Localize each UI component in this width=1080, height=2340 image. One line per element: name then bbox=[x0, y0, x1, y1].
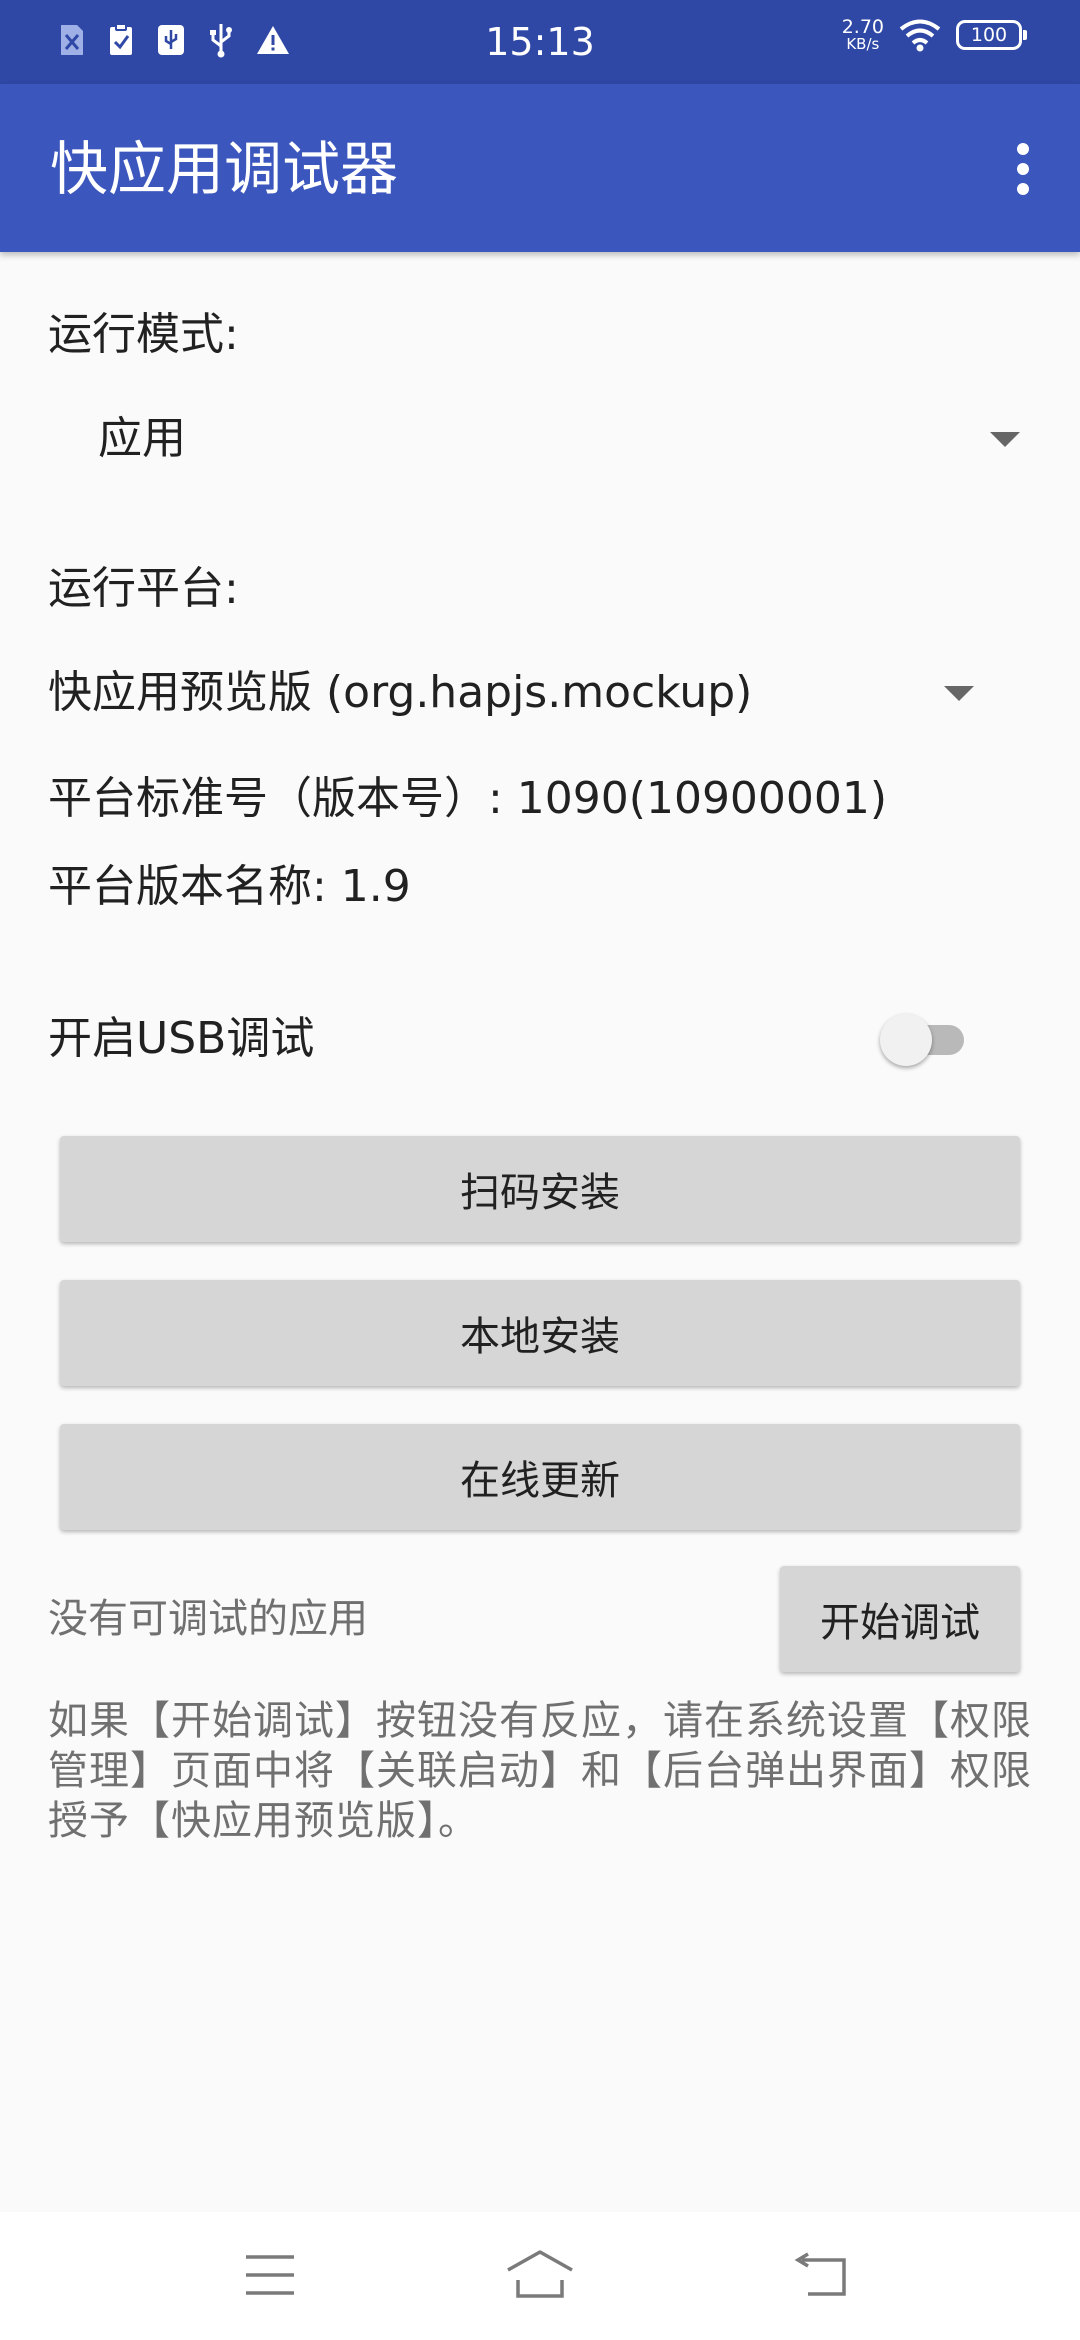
menu-dot bbox=[1017, 163, 1029, 175]
app-bar: 快应用调试器 bbox=[0, 84, 1080, 252]
run-platform-spinner[interactable]: 快应用预览版 (org.hapjs.mockup) bbox=[48, 648, 988, 738]
debug-status-text: 没有可调试的应用 bbox=[48, 1596, 368, 1642]
menu-dot bbox=[1017, 143, 1029, 155]
battery-level: 100 bbox=[970, 24, 1008, 46]
dropdown-arrow-icon bbox=[944, 686, 974, 701]
usb-debug-switch[interactable] bbox=[880, 1014, 976, 1066]
platform-version-name: 平台版本名称: 1.9 bbox=[48, 861, 411, 912]
status-bar: 15:13 2.70 KB/s 100 bbox=[0, 0, 1080, 84]
battery-icon: 100 bbox=[956, 20, 1027, 50]
usb-debug-label: 开启USB调试 bbox=[48, 1013, 315, 1064]
run-mode-selected: 应用 bbox=[98, 413, 186, 464]
home-icon[interactable] bbox=[504, 2248, 576, 2300]
switch-thumb bbox=[880, 1014, 932, 1066]
platform-standard-version: 平台标准号（版本号）: 1090(10900001) bbox=[48, 773, 888, 824]
wifi-icon bbox=[899, 19, 941, 52]
run-mode-spinner[interactable]: 应用 bbox=[48, 394, 1038, 484]
menu-icon[interactable] bbox=[244, 2252, 296, 2298]
local-install-button[interactable]: 本地安装 bbox=[60, 1280, 1020, 1386]
network-speed: 2.70 KB/s bbox=[841, 16, 884, 53]
dropdown-arrow-icon bbox=[990, 432, 1020, 447]
menu-dot bbox=[1017, 183, 1029, 195]
run-platform-label: 运行平台: bbox=[48, 563, 239, 614]
permission-hint: 如果【开始调试】按钮没有反应，请在系统设置【权限管理】页面中将【关联启动】和【后… bbox=[48, 1698, 1032, 1844]
status-icons-right: 2.70 KB/s 100 bbox=[841, 16, 1027, 53]
network-speed-unit: KB/s bbox=[846, 35, 880, 53]
app-title: 快应用调试器 bbox=[50, 135, 399, 203]
more-vert-icon[interactable] bbox=[988, 134, 1058, 204]
online-update-button[interactable]: 在线更新 bbox=[60, 1424, 1020, 1530]
network-speed-value: 2.70 bbox=[841, 16, 884, 38]
run-mode-label: 运行模式: bbox=[48, 309, 239, 360]
scan-install-button[interactable]: 扫码安装 bbox=[60, 1136, 1020, 1242]
run-platform-selected: 快应用预览版 (org.hapjs.mockup) bbox=[48, 667, 753, 718]
start-debug-button[interactable]: 开始调试 bbox=[780, 1566, 1020, 1672]
back-icon[interactable] bbox=[794, 2252, 850, 2300]
navigation-bar bbox=[0, 2212, 1080, 2340]
